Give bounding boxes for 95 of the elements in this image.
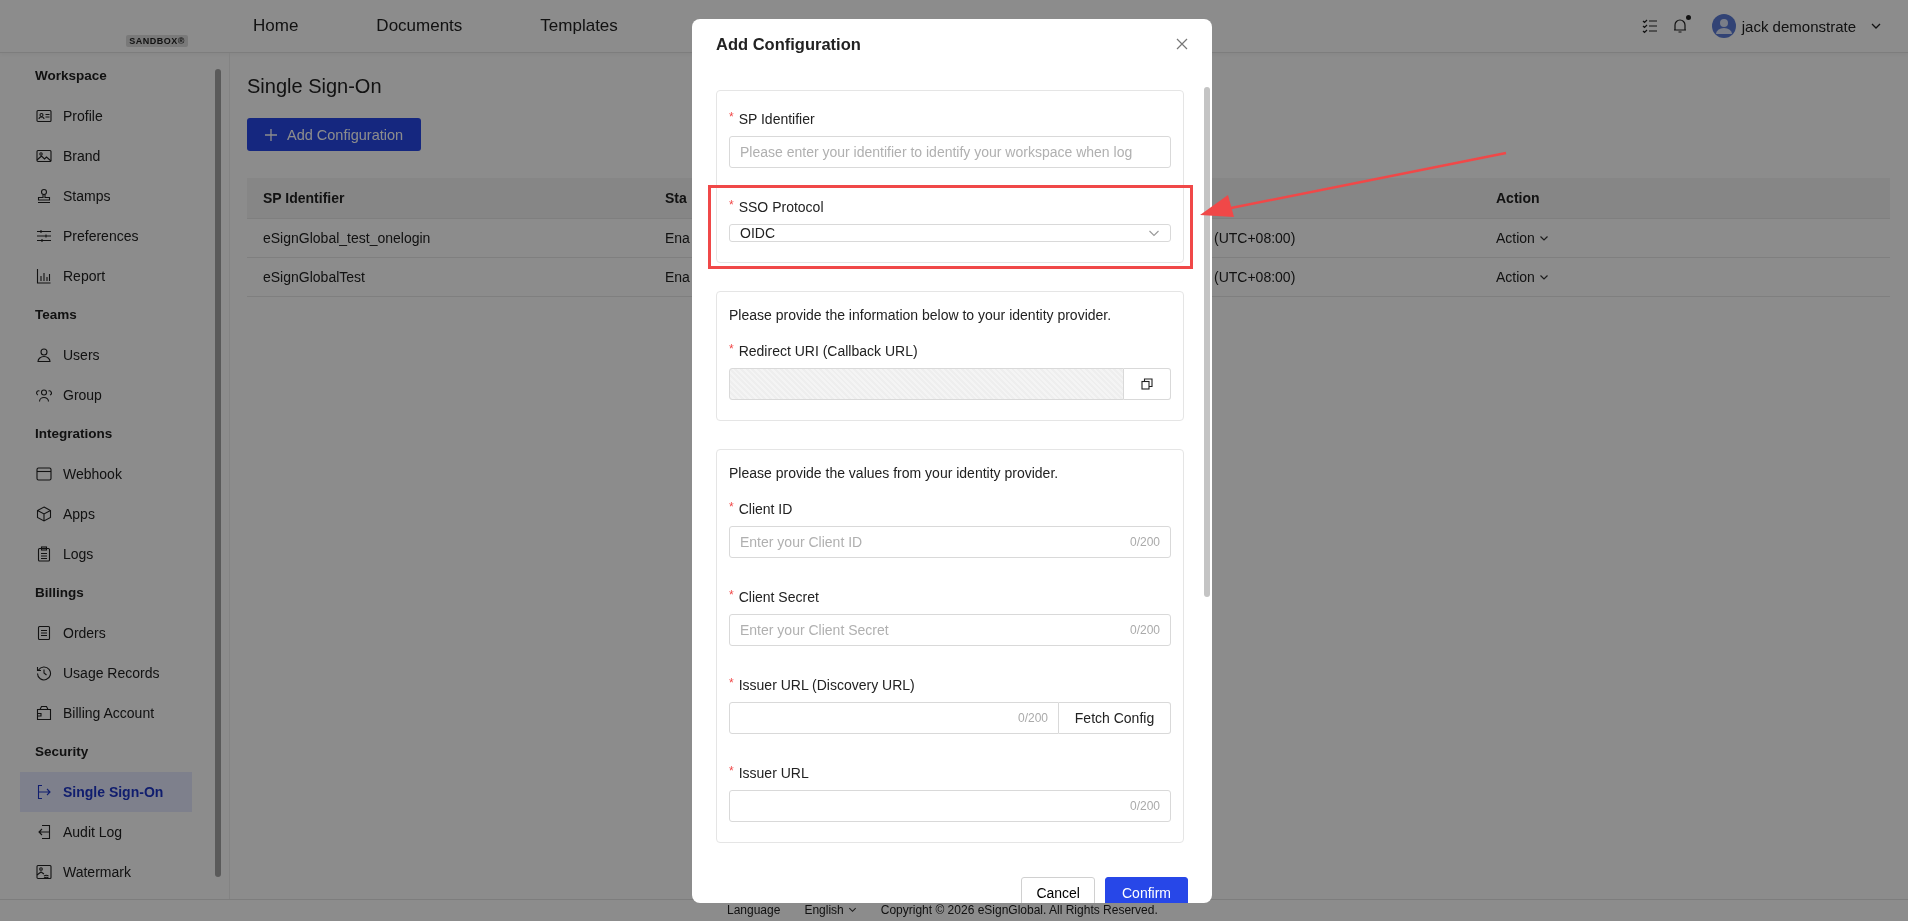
language-label: Language [727,902,781,917]
doc-icon [36,625,52,641]
chart-icon [36,268,52,284]
chevron-down-icon [1538,233,1549,243]
copyright-text: Copyright © 2026 eSignGlobal. All Rights Reserved. [880,902,1158,917]
required-mark: * [729,197,734,214]
table-cell: Ena [665,269,690,285]
field-label: Issuer URL (Discovery URL) [738,676,915,695]
language-dropdown[interactable]: English [804,902,857,917]
field-label: SSO Protocol [738,198,824,217]
cancel-button[interactable]: Cancel [1021,877,1095,903]
clipboard-icon [36,546,52,562]
sso-icon [36,784,52,800]
table-cell: eSignGlobalTest [263,269,365,285]
fetch-config-button[interactable]: Fetch Config [1059,702,1171,734]
sidebar-item[interactable]: Webhook [20,454,192,494]
sidebar-group-title: Billings [34,584,85,602]
sliders-icon [36,228,52,244]
sidebar-item[interactable]: Audit Log [20,812,192,852]
sidebar-group-title: Integrations [34,425,114,443]
required-mark: * [729,675,734,692]
add-configuration-button[interactable]: Add Configuration [247,118,422,151]
table-cell: (UTC+08:00) [1214,230,1296,246]
profile-icon [36,108,52,124]
users-icon [36,387,52,403]
sidebar-item[interactable]: Watermark [20,852,192,892]
sandbox-badge: SANDBOX® [126,35,188,47]
character-counter: 0/200 [1129,799,1160,813]
scrollbar[interactable] [1204,87,1210,597]
field-label: Redirect URI (Callback URL) [738,342,918,361]
sidebar-item[interactable]: Profile [20,96,192,136]
field-label: Client Secret [738,588,819,607]
sidebar-item[interactable]: Group [20,375,192,415]
copy-button[interactable] [1124,368,1171,400]
nav-link[interactable]: Templates [540,16,618,36]
image-icon [36,864,52,880]
avatar-icon[interactable] [1711,14,1736,38]
user-icon [36,347,52,363]
sidebar-item[interactable]: Brand [20,136,192,176]
field-label: Issuer URL [738,764,809,783]
required-mark: * [729,341,734,358]
sidebar-item[interactable]: Usage Records [20,653,192,693]
action-dropdown[interactable]: Action [1480,230,1549,246]
window-icon [36,466,52,482]
field-label: SP Identifier [738,110,815,129]
sidebar-item[interactable]: Stamps [20,176,192,216]
sidebar-item[interactable]: Single Sign-On [20,772,192,812]
bell-icon[interactable] [1671,18,1688,34]
required-mark: * [729,587,734,604]
character-counter: 0/200 [1129,535,1160,549]
nav-link[interactable]: Documents [376,16,463,36]
character-counter: 0/200 [1017,711,1048,725]
column-header: Action [1496,190,1540,206]
nav-link[interactable]: Home [253,16,299,36]
plus-icon [265,128,277,141]
action-dropdown[interactable]: Action [1480,269,1549,285]
sidebar-group-title: Teams [34,306,78,324]
table-cell: (UTC+08:00) [1214,269,1296,285]
required-mark: * [729,763,734,780]
user-name[interactable]: jack demonstrate [1741,17,1856,35]
sidebar-item[interactable]: Users [20,335,192,375]
table-cell: eSignGlobal_test_onelogin [263,230,431,246]
confirm-button[interactable]: Confirm [1105,877,1188,903]
checklist-icon[interactable] [1641,18,1658,34]
sidebar-item[interactable]: Orders [20,613,192,653]
chevron-down-icon [1538,272,1549,282]
stamp-icon [36,188,52,204]
exit-icon [36,824,52,840]
field-label: Client ID [738,500,793,519]
section-intro: Please provide the values from your identity provider. [729,464,1060,483]
sidebar-item[interactable]: Billing Account [20,693,192,733]
page-title: Single Sign-On [247,75,383,98]
column-header: SP Identifier [263,190,345,206]
select-field[interactable]: OIDC [729,224,1171,242]
scrollbar[interactable] [215,69,221,877]
sidebar-item[interactable]: Preferences [20,216,192,256]
sidebar-item[interactable]: Report [20,256,192,296]
copy-icon [1141,378,1153,390]
column-header: Sta [665,190,687,206]
chevron-down-icon [847,905,857,914]
sidebar-item[interactable]: Apps [20,494,192,534]
section-intro: Please provide the information below to your identity provider. [729,306,1113,325]
required-mark: * [729,109,734,126]
modal-title: Add Configuration [716,34,861,54]
character-counter: 0/200 [1129,623,1160,637]
required-mark: * [729,499,734,516]
sidebar-group-title: Workspace [34,67,108,85]
wallet-icon [36,705,52,721]
sidebar-item[interactable]: Logs [20,534,192,574]
history-icon [36,665,52,681]
brand-icon [36,148,52,164]
close-icon[interactable] [1176,38,1188,50]
cube-icon [36,506,52,522]
sidebar-group-title: Security [34,743,90,761]
table-cell: Ena [665,230,690,246]
